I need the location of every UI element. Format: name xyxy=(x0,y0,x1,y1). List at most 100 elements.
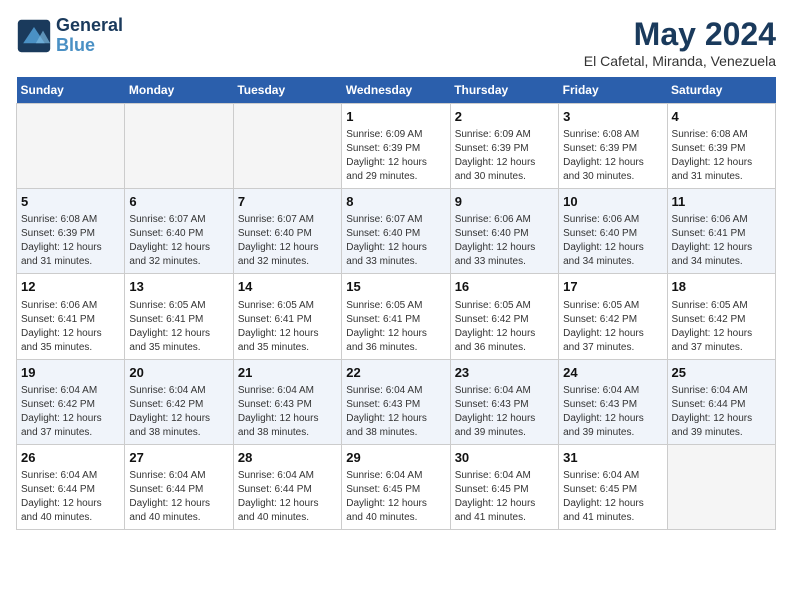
day-number: 26 xyxy=(21,449,120,467)
day-info: Sunrise: 6:04 AMSunset: 6:43 PMDaylight:… xyxy=(455,384,554,440)
day-info: Sunrise: 6:09 AMSunset: 6:39 PMDaylight:… xyxy=(346,128,445,184)
day-cell-25: 25 Sunrise: 6:04 AMSunset: 6:44 PMDayligh… xyxy=(667,359,775,444)
day-info: Sunrise: 6:06 AMSunset: 6:40 PMDaylight:… xyxy=(563,213,662,269)
day-number: 31 xyxy=(563,449,662,467)
day-cell-11: 11Sunrise: 6:06 AMSunset: 6:41 PMDayligh… xyxy=(667,189,775,274)
day-cell-8: 8Sunrise: 6:07 AMSunset: 6:40 PMDaylight… xyxy=(342,189,450,274)
day-cell-2: 2 Sunrise: 6:09 AMSunset: 6:39 PMDaylight… xyxy=(450,104,558,189)
day-number: 29 xyxy=(346,449,445,467)
day-number: 3 xyxy=(563,108,662,126)
day-info: Sunrise: 6:04 AMSunset: 6:42 PMDaylight:… xyxy=(129,384,228,440)
day-number: 28 xyxy=(238,449,337,467)
calendar-week-2: 5 Sunrise: 6:08 AMSunset: 6:39 PMDaylight… xyxy=(17,189,776,274)
day-number: 8 xyxy=(346,193,445,211)
calendar-week-1: 1 Sunrise: 6:09 AMSunset: 6:39 PMDaylight… xyxy=(17,104,776,189)
day-cell-27: 27Sunrise: 6:04 AMSunset: 6:44 PMDayligh… xyxy=(125,444,233,529)
location: El Cafetal, Miranda, Venezuela xyxy=(584,53,776,69)
day-cell-22: 22 Sunrise: 6:04 AMSunset: 6:43 PMDayligh… xyxy=(342,359,450,444)
day-cell-12: 12Sunrise: 6:06 AMSunset: 6:41 PMDayligh… xyxy=(17,274,125,359)
day-number: 23 xyxy=(455,364,554,382)
calendar-table: SundayMondayTuesdayWednesdayThursdayFrid… xyxy=(16,77,776,530)
weekday-header-thursday: Thursday xyxy=(450,77,558,104)
day-info: Sunrise: 6:04 AMSunset: 6:43 PMDaylight:… xyxy=(238,384,337,440)
day-cell-24: 24 Sunrise: 6:04 AMSunset: 6:43 PMDayligh… xyxy=(559,359,667,444)
empty-cell xyxy=(17,104,125,189)
day-info: Sunrise: 6:05 AMSunset: 6:42 PMDaylight:… xyxy=(563,299,662,355)
empty-cell xyxy=(667,444,775,529)
day-cell-9: 9Sunrise: 6:06 AMSunset: 6:40 PMDaylight… xyxy=(450,189,558,274)
day-cell-29: 29 Sunrise: 6:04 AMSunset: 6:45 PMDayligh… xyxy=(342,444,450,529)
day-number: 21 xyxy=(238,364,337,382)
day-info: Sunrise: 6:04 AMSunset: 6:45 PMDaylight:… xyxy=(563,469,662,525)
day-info: Sunrise: 6:05 AMSunset: 6:41 PMDaylight:… xyxy=(238,299,337,355)
day-info: Sunrise: 6:04 AMSunset: 6:44 PMDaylight:… xyxy=(238,469,337,525)
day-number: 10 xyxy=(563,193,662,211)
day-info: Sunrise: 6:05 AMSunset: 6:41 PMDaylight:… xyxy=(346,299,445,355)
title-block: May 2024 El Cafetal, Miranda, Venezuela xyxy=(584,16,776,69)
calendar-header: SundayMondayTuesdayWednesdayThursdayFrid… xyxy=(17,77,776,104)
day-number: 27 xyxy=(129,449,228,467)
day-info: Sunrise: 6:05 AMSunset: 6:41 PMDaylight:… xyxy=(129,299,228,355)
empty-cell xyxy=(125,104,233,189)
day-info: Sunrise: 6:06 AMSunset: 6:41 PMDaylight:… xyxy=(672,213,771,269)
logo-line2: Blue xyxy=(56,36,123,56)
logo: General Blue xyxy=(16,16,123,56)
day-cell-21: 21 Sunrise: 6:04 AMSunset: 6:43 PMDayligh… xyxy=(233,359,341,444)
day-number: 4 xyxy=(672,108,771,126)
day-info: Sunrise: 6:08 AMSunset: 6:39 PMDaylight:… xyxy=(563,128,662,184)
day-info: Sunrise: 6:08 AMSunset: 6:39 PMDaylight:… xyxy=(672,128,771,184)
day-number: 12 xyxy=(21,278,120,296)
day-info: Sunrise: 6:04 AMSunset: 6:45 PMDaylight:… xyxy=(455,469,554,525)
day-cell-10: 10 Sunrise: 6:06 AMSunset: 6:40 PMDayligh… xyxy=(559,189,667,274)
weekday-header-saturday: Saturday xyxy=(667,77,775,104)
day-number: 6 xyxy=(129,193,228,211)
day-cell-3: 3 Sunrise: 6:08 AMSunset: 6:39 PMDaylight… xyxy=(559,104,667,189)
day-info: Sunrise: 6:04 AMSunset: 6:43 PMDaylight:… xyxy=(346,384,445,440)
day-cell-20: 20 Sunrise: 6:04 AMSunset: 6:42 PMDayligh… xyxy=(125,359,233,444)
day-info: Sunrise: 6:09 AMSunset: 6:39 PMDaylight:… xyxy=(455,128,554,184)
weekday-header-monday: Monday xyxy=(125,77,233,104)
day-cell-26: 26 Sunrise: 6:04 AMSunset: 6:44 PMDayligh… xyxy=(17,444,125,529)
day-number: 17 xyxy=(563,278,662,296)
day-cell-14: 14 Sunrise: 6:05 AMSunset: 6:41 PMDayligh… xyxy=(233,274,341,359)
calendar-week-4: 19Sunrise: 6:04 AMSunset: 6:42 PMDayligh… xyxy=(17,359,776,444)
day-cell-16: 16 Sunrise: 6:05 AMSunset: 6:42 PMDayligh… xyxy=(450,274,558,359)
day-cell-6: 6Sunrise: 6:07 AMSunset: 6:40 PMDaylight… xyxy=(125,189,233,274)
day-info: Sunrise: 6:04 AMSunset: 6:43 PMDaylight:… xyxy=(563,384,662,440)
logo-line1: General xyxy=(56,16,123,36)
day-number: 7 xyxy=(238,193,337,211)
day-cell-18: 18Sunrise: 6:05 AMSunset: 6:42 PMDayligh… xyxy=(667,274,775,359)
day-number: 25 xyxy=(672,364,771,382)
calendar-body: 1 Sunrise: 6:09 AMSunset: 6:39 PMDaylight… xyxy=(17,104,776,530)
day-number: 30 xyxy=(455,449,554,467)
day-number: 16 xyxy=(455,278,554,296)
day-number: 1 xyxy=(346,108,445,126)
day-number: 15 xyxy=(346,278,445,296)
day-number: 14 xyxy=(238,278,337,296)
day-cell-30: 30 Sunrise: 6:04 AMSunset: 6:45 PMDayligh… xyxy=(450,444,558,529)
day-info: Sunrise: 6:04 AMSunset: 6:44 PMDaylight:… xyxy=(672,384,771,440)
day-number: 5 xyxy=(21,193,120,211)
weekday-header-sunday: Sunday xyxy=(17,77,125,104)
page-header: General Blue May 2024 El Cafetal, Mirand… xyxy=(16,16,776,69)
day-cell-13: 13 Sunrise: 6:05 AMSunset: 6:41 PMDayligh… xyxy=(125,274,233,359)
day-number: 24 xyxy=(563,364,662,382)
day-cell-7: 7 Sunrise: 6:07 AMSunset: 6:40 PMDaylight… xyxy=(233,189,341,274)
day-number: 20 xyxy=(129,364,228,382)
day-cell-4: 4 Sunrise: 6:08 AMSunset: 6:39 PMDaylight… xyxy=(667,104,775,189)
day-number: 18 xyxy=(672,278,771,296)
day-info: Sunrise: 6:08 AMSunset: 6:39 PMDaylight:… xyxy=(21,213,120,269)
day-info: Sunrise: 6:04 AMSunset: 6:44 PMDaylight:… xyxy=(21,469,120,525)
day-info: Sunrise: 6:04 AMSunset: 6:42 PMDaylight:… xyxy=(21,384,120,440)
day-info: Sunrise: 6:07 AMSunset: 6:40 PMDaylight:… xyxy=(238,213,337,269)
day-info: Sunrise: 6:05 AMSunset: 6:42 PMDaylight:… xyxy=(455,299,554,355)
day-number: 2 xyxy=(455,108,554,126)
month-title: May 2024 xyxy=(584,16,776,53)
day-cell-28: 28 Sunrise: 6:04 AMSunset: 6:44 PMDayligh… xyxy=(233,444,341,529)
day-number: 13 xyxy=(129,278,228,296)
calendar-week-3: 12Sunrise: 6:06 AMSunset: 6:41 PMDayligh… xyxy=(17,274,776,359)
day-cell-17: 17 Sunrise: 6:05 AMSunset: 6:42 PMDayligh… xyxy=(559,274,667,359)
day-info: Sunrise: 6:04 AMSunset: 6:45 PMDaylight:… xyxy=(346,469,445,525)
day-number: 22 xyxy=(346,364,445,382)
weekday-header-tuesday: Tuesday xyxy=(233,77,341,104)
